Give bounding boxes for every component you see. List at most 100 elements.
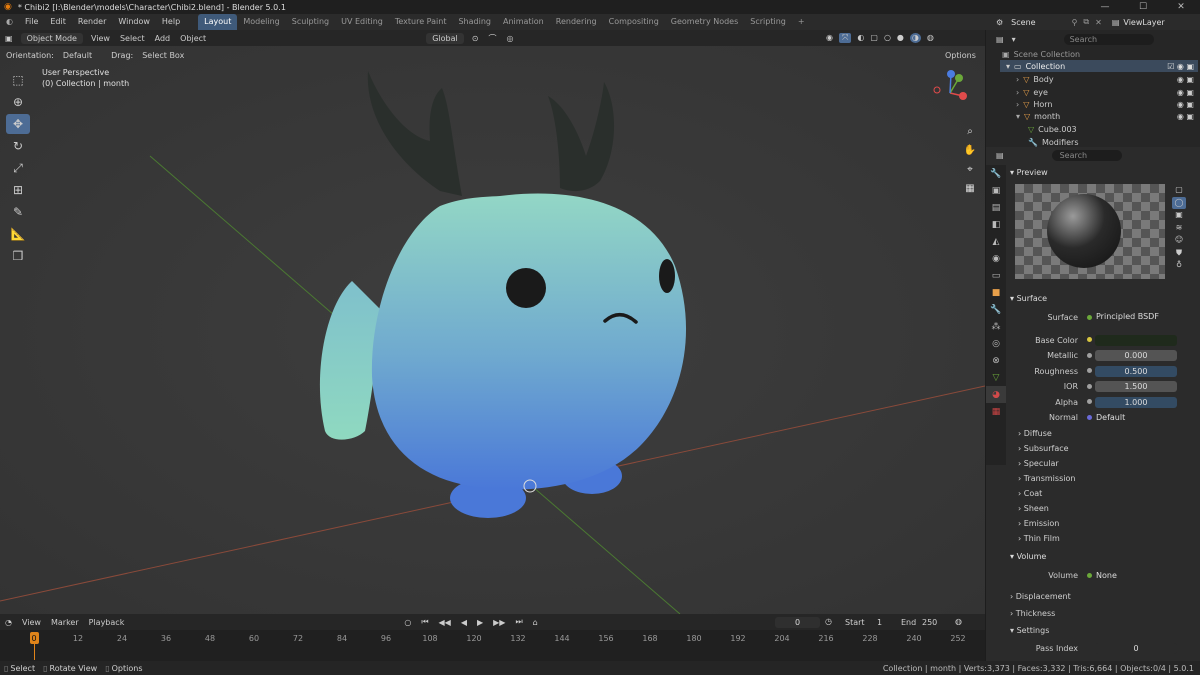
- menu-view[interactable]: View: [86, 34, 115, 43]
- record-icon[interactable]: ○: [399, 618, 416, 627]
- tab-modeling[interactable]: Modeling: [237, 14, 285, 30]
- tab-compositing[interactable]: Compositing: [603, 14, 665, 30]
- preview-monkey-icon[interactable]: ☺: [1172, 234, 1186, 247]
- sync-icon[interactable]: ◍: [955, 617, 962, 626]
- particles-tab-icon[interactable]: ⁂: [986, 318, 1006, 335]
- preview-flat-icon[interactable]: ▢: [1172, 184, 1186, 197]
- camera-icon[interactable]: ⌖: [962, 160, 978, 179]
- collection-visibility-icon[interactable]: ☑ ◉ ▣: [1167, 62, 1194, 71]
- prev-keyframe-icon[interactable]: ◀◀: [434, 618, 456, 627]
- transmission-subpanel[interactable]: › Transmission: [1018, 472, 1200, 485]
- material-tab-icon[interactable]: ◕: [986, 386, 1006, 403]
- maximize-button[interactable]: ☐: [1124, 0, 1162, 14]
- object-tab-icon[interactable]: ■: [986, 284, 1006, 301]
- menu-select[interactable]: Select: [115, 34, 150, 43]
- preview-fluid-icon[interactable]: ♁: [1172, 259, 1186, 272]
- tab-animation[interactable]: Animation: [497, 14, 550, 30]
- ior-field[interactable]: 1.500: [1095, 381, 1177, 392]
- close-button[interactable]: ✕: [1162, 0, 1200, 14]
- pan-hand-icon[interactable]: ✋: [962, 141, 978, 160]
- overlay-icon[interactable]: ◐: [857, 33, 864, 43]
- minimize-button[interactable]: —: [1086, 0, 1124, 14]
- tab-geometry-nodes[interactable]: Geometry Nodes: [665, 14, 744, 30]
- tab-scripting[interactable]: Scripting: [744, 14, 792, 30]
- preview-hair-icon[interactable]: ≋: [1172, 222, 1186, 235]
- move-tool-icon[interactable]: ✥: [6, 114, 30, 134]
- add-workspace-icon[interactable]: +: [792, 14, 811, 30]
- drag-dropdown[interactable]: Select Box: [136, 50, 190, 61]
- timeline-menu-marker[interactable]: Marker: [46, 618, 84, 627]
- outliner-item-body[interactable]: › ▽ Body ◉ ▣: [1010, 73, 1198, 85]
- editor-type-icon[interactable]: ▣: [0, 34, 18, 43]
- volume-panel-header[interactable]: ▾ Volume: [1010, 550, 1198, 563]
- visibility-icon[interactable]: ◉ ▣: [1177, 112, 1194, 121]
- tab-rendering[interactable]: Rendering: [550, 14, 603, 30]
- delete-icon[interactable]: ✕: [1095, 18, 1102, 27]
- rotate-tool-icon[interactable]: ↻: [6, 136, 30, 156]
- visibility-icon[interactable]: ◉: [826, 33, 833, 43]
- keying-icon[interactable]: ⌂: [528, 618, 543, 627]
- timer-icon[interactable]: ◷: [825, 617, 832, 626]
- jump-start-icon[interactable]: ⏮: [416, 617, 433, 627]
- 3d-viewport[interactable]: User Perspective (0) Collection | month …: [0, 46, 985, 614]
- menu-render[interactable]: Render: [72, 14, 112, 30]
- visibility-icon[interactable]: ◉ ▣: [1177, 88, 1194, 97]
- preview-cube-icon[interactable]: ▣: [1172, 209, 1186, 222]
- wireframe-shading-icon[interactable]: ○: [884, 33, 891, 43]
- timeline-menu-playback[interactable]: Playback: [84, 618, 130, 627]
- outliner-item-month[interactable]: ▾ ▽ month ◉ ▣: [1010, 110, 1198, 122]
- metallic-field[interactable]: 0.000: [1095, 350, 1177, 361]
- visibility-icon[interactable]: ◉ ▣: [1177, 75, 1194, 84]
- material-shading-icon[interactable]: ◑: [909, 33, 921, 43]
- emission-subpanel[interactable]: › Emission: [1018, 517, 1200, 530]
- add-cube-tool-icon[interactable]: ❒: [6, 246, 30, 266]
- preview-panel-header[interactable]: ▾ Preview: [1010, 166, 1198, 179]
- start-field[interactable]: 1: [877, 618, 882, 627]
- blender-menu-icon[interactable]: ◐: [0, 14, 19, 30]
- scene-tab-icon[interactable]: ◭: [986, 233, 1006, 250]
- base-color-swatch[interactable]: [1095, 335, 1177, 346]
- orientation-dropdown[interactable]: Default: [57, 50, 98, 61]
- modifier-tab-icon[interactable]: 🔧: [986, 301, 1006, 318]
- play-icon[interactable]: ▶: [472, 618, 488, 627]
- xray-icon[interactable]: ▢: [870, 33, 878, 43]
- pivot-icon[interactable]: ⊙: [467, 34, 484, 43]
- tab-shading[interactable]: Shading: [452, 14, 497, 30]
- subsurface-subpanel[interactable]: › Subsurface: [1018, 442, 1200, 455]
- measure-tool-icon[interactable]: 📐: [6, 224, 30, 244]
- scene-name[interactable]: Scene: [1011, 18, 1035, 27]
- transform-orientation-dropdown[interactable]: Global: [426, 32, 464, 44]
- preview-cloth-icon[interactable]: ⛊: [1172, 247, 1186, 260]
- menu-object[interactable]: Object: [175, 34, 211, 43]
- timeline-editor-icon[interactable]: ◔: [0, 618, 17, 627]
- rendered-shading-icon[interactable]: ◍: [927, 33, 934, 43]
- copy-icon[interactable]: ⧉: [1083, 17, 1089, 27]
- viewlayer-name[interactable]: ViewLayer: [1123, 18, 1164, 27]
- coat-subpanel[interactable]: › Coat: [1018, 487, 1200, 500]
- timeline-menu-view[interactable]: View: [17, 618, 46, 627]
- thin-film-subpanel[interactable]: › Thin Film: [1018, 532, 1200, 545]
- displacement-panel-header[interactable]: › Displacement: [1010, 590, 1198, 603]
- menu-window[interactable]: Window: [112, 14, 156, 30]
- output-tab-icon[interactable]: ▤: [986, 199, 1006, 216]
- sheen-subpanel[interactable]: › Sheen: [1018, 502, 1200, 515]
- physics-tab-icon[interactable]: ◎: [986, 335, 1006, 352]
- menu-help[interactable]: Help: [156, 14, 186, 30]
- world-tab-icon[interactable]: ◉: [986, 250, 1006, 267]
- tool-tab-icon[interactable]: 🔧: [986, 165, 1006, 182]
- timeline-area[interactable]: [0, 630, 985, 661]
- outliner-item-mesh[interactable]: ▽ Cube.003: [1028, 123, 1077, 135]
- annotate-tool-icon[interactable]: ✎: [6, 202, 30, 222]
- snap-icon[interactable]: ⌒: [483, 33, 501, 44]
- next-keyframe-icon[interactable]: ▶▶: [488, 618, 510, 627]
- current-frame-field[interactable]: 0: [775, 617, 820, 628]
- thickness-panel-header[interactable]: › Thickness: [1010, 607, 1198, 620]
- navigation-gizmo[interactable]: [925, 68, 975, 118]
- volume-value[interactable]: None: [1096, 571, 1117, 580]
- view-layer-tab-icon[interactable]: ◧: [986, 216, 1006, 233]
- normal-value[interactable]: Default: [1096, 413, 1125, 422]
- gizmo-toggle-icon[interactable]: ⤧: [838, 33, 852, 43]
- collection-row[interactable]: ▾ ▭ Collection ☑ ◉ ▣: [1000, 60, 1198, 72]
- alpha-field[interactable]: 1.000: [1095, 397, 1177, 408]
- surface-shader-value[interactable]: Principled BSDF: [1096, 312, 1159, 321]
